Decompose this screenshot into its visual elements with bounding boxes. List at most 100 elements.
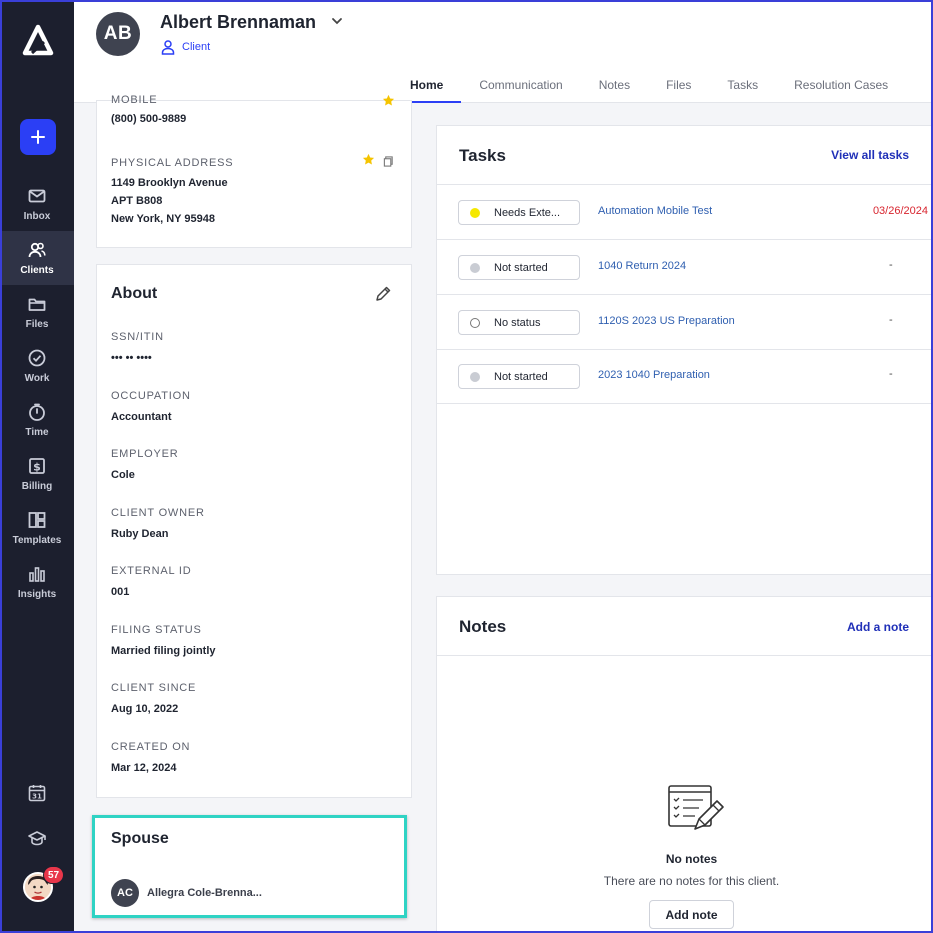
folder-icon xyxy=(28,298,46,311)
field-label: CLIENT SINCE xyxy=(111,682,197,694)
address-label: PHYSICAL ADDRESS xyxy=(111,157,234,169)
plus-icon xyxy=(31,130,45,144)
view-all-tasks-link[interactable]: View all tasks xyxy=(831,148,909,162)
about-field-external-id: EXTERNAL ID 001 xyxy=(111,565,192,601)
graduation-cap-icon[interactable] xyxy=(27,828,47,848)
check-circle-icon xyxy=(28,349,46,367)
star-icon[interactable] xyxy=(382,94,395,107)
sidebar: Inbox Clients Files Work Time $ Billing … xyxy=(0,0,74,933)
sidebar-item-clients[interactable]: Clients xyxy=(0,231,74,285)
sidebar-item-insights[interactable]: Insights xyxy=(0,555,74,609)
field-label: EXTERNAL ID xyxy=(111,565,192,577)
timer-icon xyxy=(29,403,45,421)
address-line: New York, NY 95948 xyxy=(111,213,215,225)
no-notes-title: No notes xyxy=(665,852,718,866)
task-status-dropdown[interactable]: Needs Exte... xyxy=(458,200,580,225)
spouse-avatar: AC xyxy=(111,879,139,907)
tab-tasks[interactable]: Tasks xyxy=(709,76,776,103)
calendar-icon[interactable]: 31 xyxy=(27,783,47,803)
client-tabs: Home Communication Notes Files Tasks Res… xyxy=(392,76,906,103)
sidebar-item-time[interactable]: Time xyxy=(0,393,74,447)
tab-resolution-cases[interactable]: Resolution Cases xyxy=(776,76,906,103)
field-label: SSN/ITIN xyxy=(111,331,164,343)
task-status-dropdown[interactable]: No status xyxy=(458,310,580,335)
about-field-client-owner: CLIENT OWNER Ruby Dean xyxy=(111,507,205,543)
field-label: CLIENT OWNER xyxy=(111,507,205,519)
phone-label: MOBILE xyxy=(111,94,158,106)
client-name: Albert Brennaman xyxy=(160,12,317,32)
sidebar-item-label: Work xyxy=(24,373,50,384)
field-value: Accountant xyxy=(111,411,172,423)
field-value: Married filing jointly xyxy=(111,645,216,657)
divider xyxy=(437,655,933,656)
sidebar-item-inbox[interactable]: Inbox xyxy=(0,177,74,231)
clients-icon xyxy=(28,242,46,258)
spouse-name[interactable]: Allegra Cole-Brenna... xyxy=(147,887,262,899)
add-a-note-link[interactable]: Add a note xyxy=(847,620,909,634)
field-value: 001 xyxy=(111,586,130,598)
phone-value[interactable]: (800) 500-9889 xyxy=(111,110,186,128)
sidebar-item-billing[interactable]: $ Billing xyxy=(0,447,74,501)
bar-chart-icon xyxy=(29,567,45,582)
billing-icon: $ xyxy=(29,458,45,474)
sidebar-item-label: Clients xyxy=(20,265,54,276)
app-logo-icon[interactable] xyxy=(22,24,54,56)
task-due-date: 03/26/2024 xyxy=(872,205,928,217)
task-status-label: No status xyxy=(494,316,541,329)
task-name-link[interactable]: 1040 Return 2024 xyxy=(598,260,686,272)
chevron-down-icon[interactable] xyxy=(330,14,344,28)
task-row[interactable]: No status 1120S 2023 US Preparation - xyxy=(437,294,933,349)
task-name-link[interactable]: 1120S 2023 US Preparation xyxy=(598,315,735,327)
notes-empty-illustration-icon xyxy=(668,785,724,830)
task-status-dropdown[interactable]: Not started xyxy=(458,255,580,280)
sidebar-item-label: Templates xyxy=(12,535,62,546)
tab-communication[interactable]: Communication xyxy=(461,76,580,103)
sidebar-item-label: Inbox xyxy=(23,211,51,222)
task-name-link[interactable]: Automation Mobile Test xyxy=(598,205,712,217)
notification-badge: 57 xyxy=(43,866,65,884)
copy-icon[interactable] xyxy=(383,156,394,167)
client-type-label: Client xyxy=(182,41,211,53)
sidebar-item-label: Billing xyxy=(21,481,53,492)
spouse-card[interactable]: Spouse AC Allegra Cole-Brenna... xyxy=(92,815,407,918)
task-row[interactable]: Needs Exte... Automation Mobile Test 03/… xyxy=(437,184,933,239)
task-status-dropdown[interactable]: Not started xyxy=(458,364,580,389)
contact-info-card: MOBILE (800) 500-9889 PHYSICAL ADDRESS 1… xyxy=(96,94,412,248)
tab-home[interactable]: Home xyxy=(392,76,462,103)
status-dot xyxy=(470,317,480,328)
add-note-button[interactable]: Add note xyxy=(649,900,734,929)
address-line: 1149 Brooklyn Avenue xyxy=(111,177,228,189)
field-label: FILING STATUS xyxy=(111,624,202,636)
about-field-ssn: SSN/ITIN ••• •• •••• xyxy=(111,331,164,367)
sidebar-item-files[interactable]: Files xyxy=(0,285,74,339)
svg-text:$: $ xyxy=(33,461,41,474)
about-field-occupation: OCCUPATION Accountant xyxy=(111,390,191,426)
field-label: EMPLOYER xyxy=(111,448,179,460)
about-field-created-on: CREATED ON Mar 12, 2024 xyxy=(111,741,190,777)
mail-icon xyxy=(28,189,46,203)
address-line: APT B808 xyxy=(111,195,163,207)
create-new-button[interactable] xyxy=(20,119,56,155)
templates-icon xyxy=(28,512,46,528)
status-dot xyxy=(470,371,480,382)
sidebar-item-templates[interactable]: Templates xyxy=(0,501,74,555)
address-value[interactable]: 1149 Brooklyn Avenue APT B808 New York, … xyxy=(111,174,228,228)
field-value: Cole xyxy=(111,469,135,481)
tab-files[interactable]: Files xyxy=(648,76,709,103)
task-status-label: Needs Exte... xyxy=(494,206,561,219)
person-icon xyxy=(161,40,175,55)
pencil-icon[interactable] xyxy=(374,285,392,303)
notes-title: Notes xyxy=(459,617,507,636)
task-status-label: Not started xyxy=(494,261,548,274)
field-label: CREATED ON xyxy=(111,741,191,753)
task-status-label: Not started xyxy=(494,370,548,383)
star-icon[interactable] xyxy=(362,153,375,166)
task-row[interactable]: Not started 1040 Return 2024 - xyxy=(437,239,933,294)
tab-notes[interactable]: Notes xyxy=(581,76,648,103)
about-card: About SSN/ITIN ••• •• •••• OCCUPATION Ac… xyxy=(96,264,412,798)
task-name-link[interactable]: 2023 1040 Preparation xyxy=(598,369,710,381)
field-value: ••• •• •••• xyxy=(111,352,152,364)
sidebar-item-work[interactable]: Work xyxy=(0,339,74,393)
task-row[interactable]: Not started 2023 1040 Preparation - xyxy=(437,349,933,404)
task-due-date: - xyxy=(889,314,893,326)
